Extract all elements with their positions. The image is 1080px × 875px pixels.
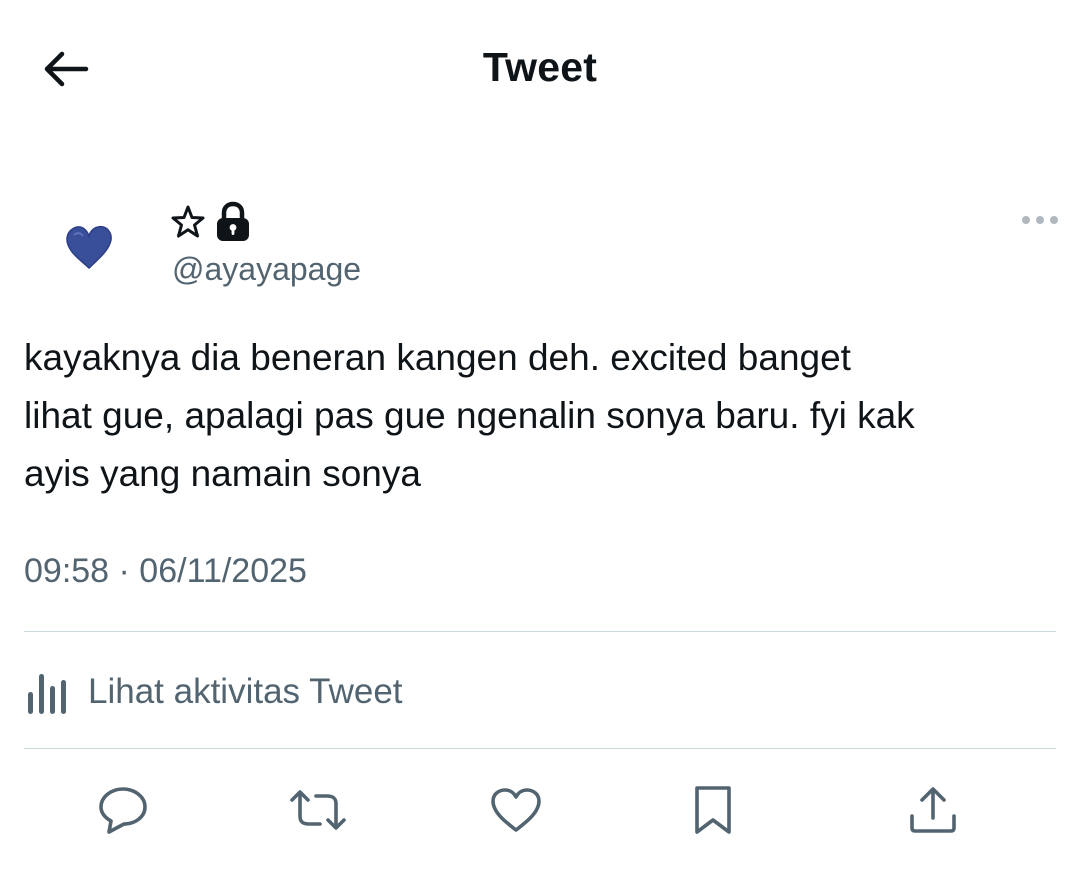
reply-icon: [99, 787, 147, 834]
like-icon: [491, 788, 541, 832]
share-icon: [910, 787, 956, 833]
star-outline-icon: [171, 205, 205, 238]
avatar[interactable]: [58, 216, 120, 278]
more-options-button[interactable]: [1018, 204, 1062, 236]
retweet-button[interactable]: [288, 780, 348, 840]
tweet-timestamp[interactable]: 09:58 · 06/11/2025: [24, 552, 307, 591]
divider: [24, 631, 1056, 632]
lock-icon: [217, 201, 249, 241]
tweet-detail-page: Tweet @ayayapage kayaknya dia beneran ka…: [0, 0, 1080, 875]
reply-button[interactable]: [93, 780, 153, 840]
share-button[interactable]: [903, 780, 963, 840]
view-activity-link[interactable]: Lihat aktivitas Tweet: [24, 664, 403, 720]
divider: [24, 748, 1056, 749]
display-name[interactable]: [170, 198, 252, 246]
tweet-text: kayaknya dia beneran kangen deh. excited…: [24, 337, 915, 494]
top-bar: Tweet: [0, 0, 1080, 140]
retweet-icon: [290, 790, 346, 830]
view-activity-label: Lihat aktivitas Tweet: [88, 672, 403, 711]
like-button[interactable]: [486, 780, 546, 840]
blue-heart-icon: [66, 225, 112, 270]
user-handle[interactable]: @ayayapage: [172, 251, 361, 288]
page-title: Tweet: [482, 44, 598, 90]
tweet-action-bar: [0, 780, 1080, 846]
more-horizontal-icon: [1022, 216, 1058, 224]
bookmark-icon: [695, 786, 731, 834]
bookmark-button[interactable]: [683, 780, 743, 840]
bar-chart-icon: [28, 674, 66, 714]
